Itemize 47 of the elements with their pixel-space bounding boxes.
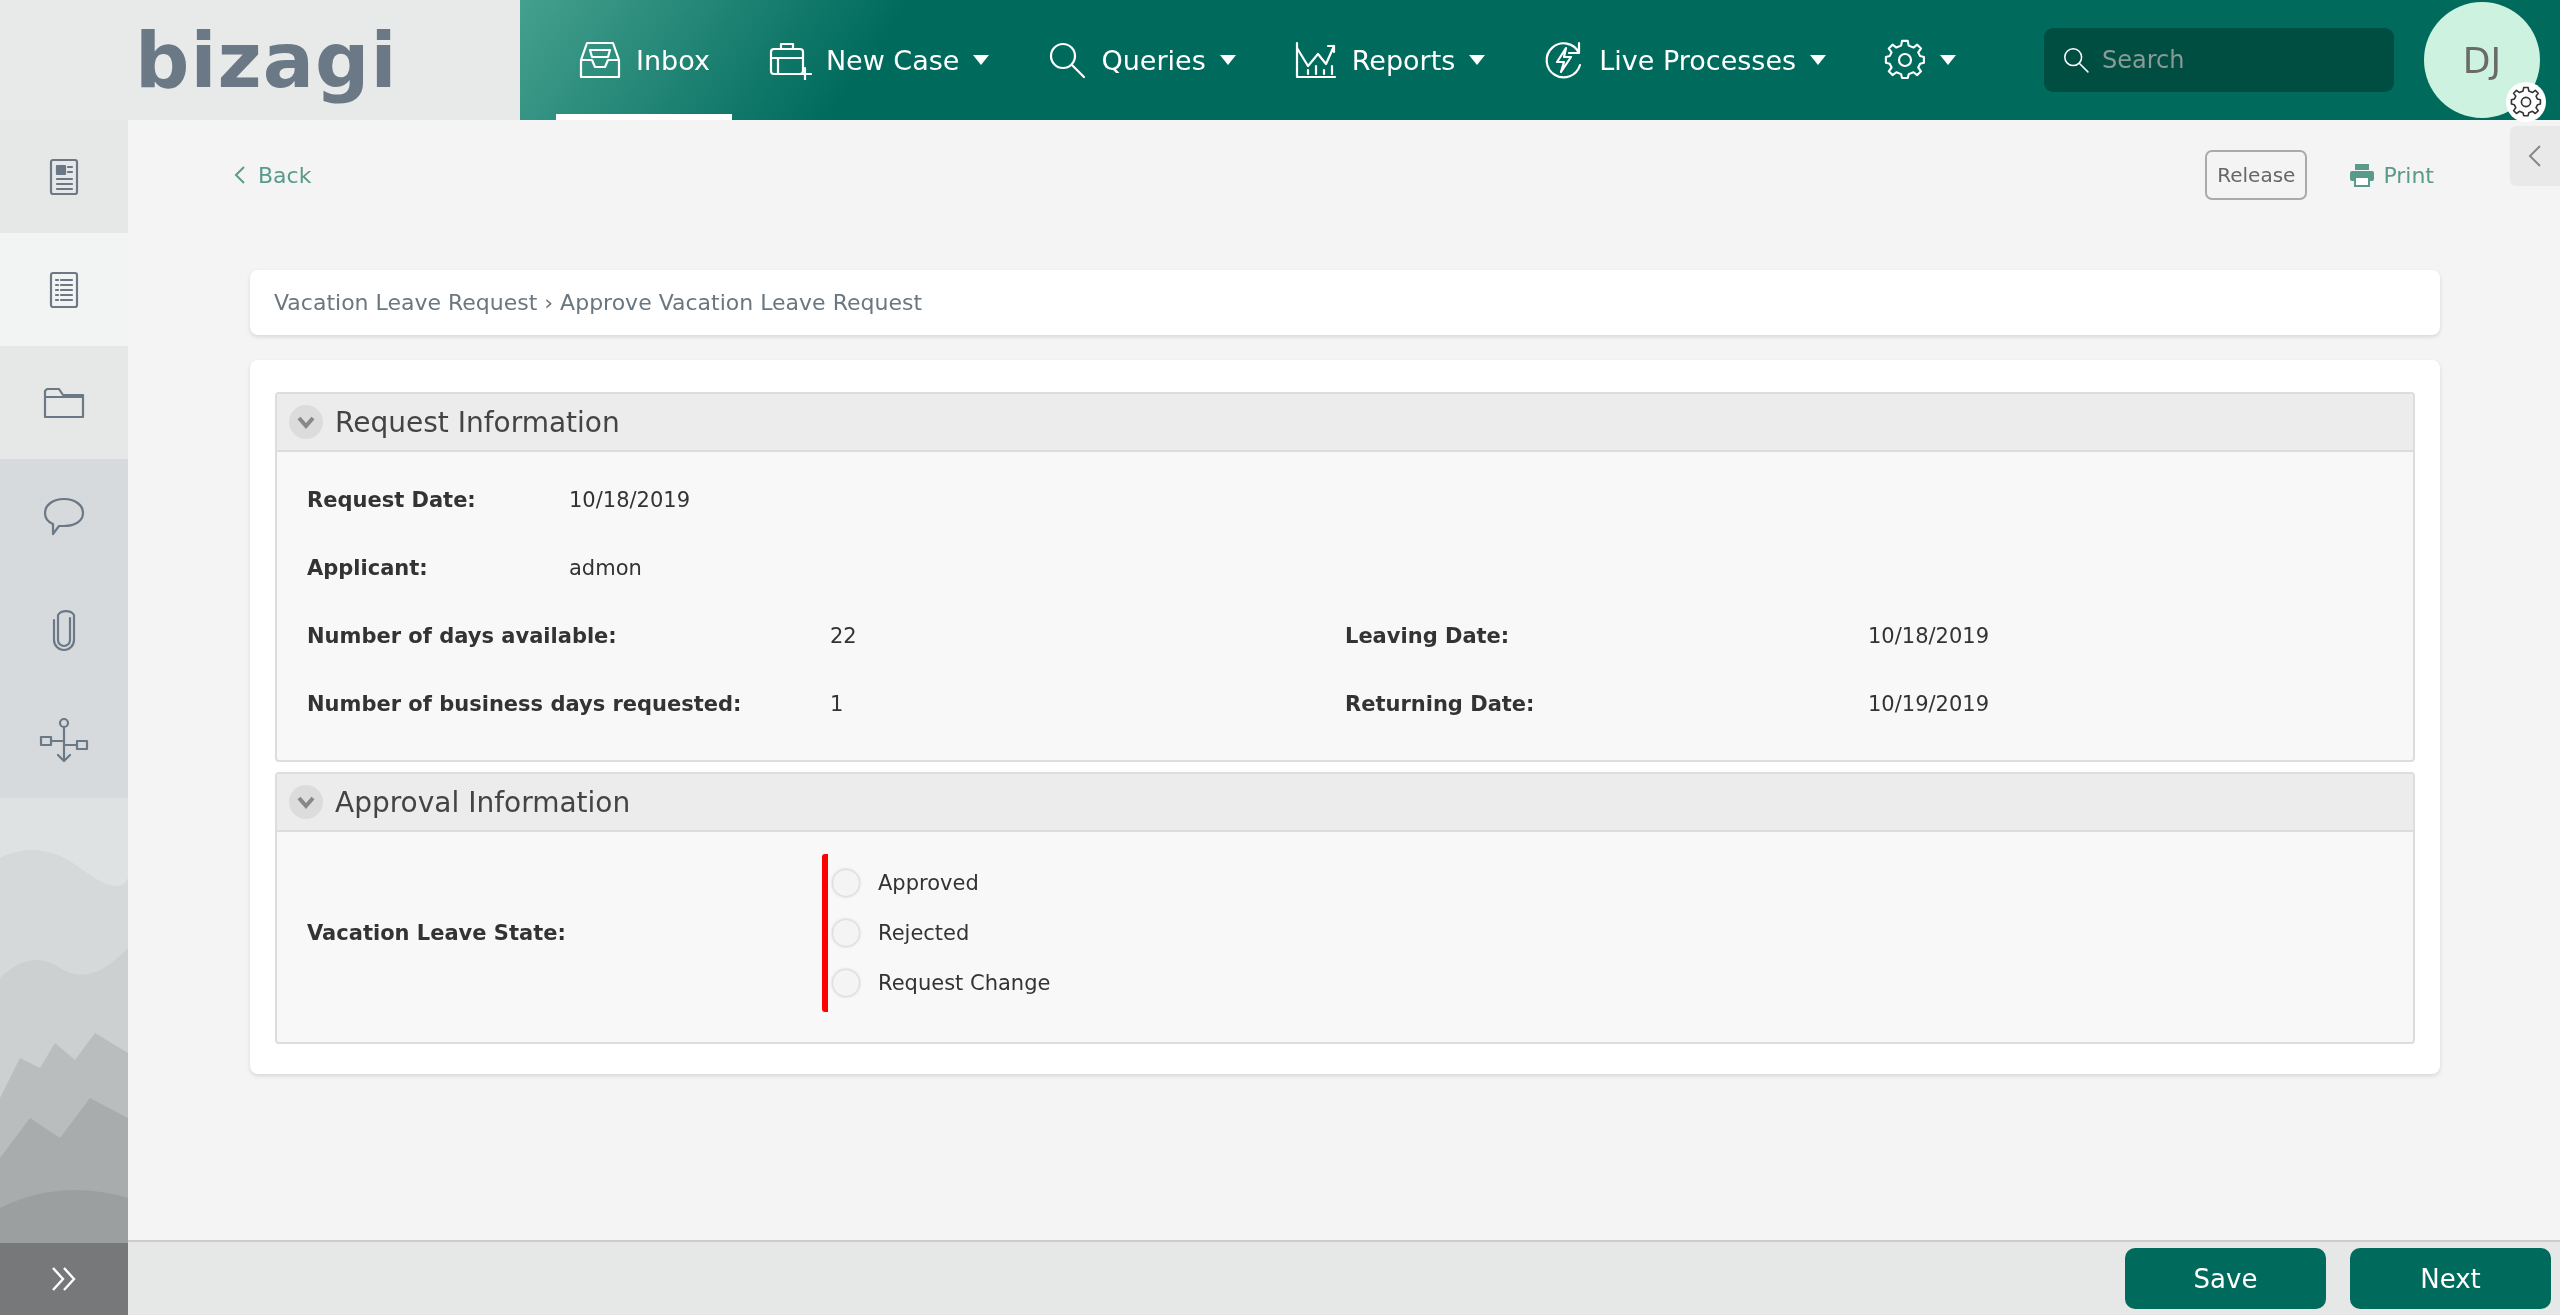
user-avatar[interactable]: DJ <box>2424 2 2540 118</box>
radio-button[interactable] <box>832 869 860 897</box>
document-icon <box>49 157 79 196</box>
list-document-icon <box>49 270 79 309</box>
field-label: Returning Date: <box>1345 692 1536 716</box>
breadcrumb: Vacation Leave Request › Approve Vacation Leave Request <box>274 290 922 315</box>
field-label: Number of business days requested: <box>307 692 743 716</box>
field-value: 10/18/2019 <box>569 488 691 512</box>
field-value: 10/18/2019 <box>1868 624 1990 648</box>
printer-icon <box>2349 163 2376 187</box>
inbox-icon <box>578 40 622 80</box>
release-button[interactable]: Release <box>2205 150 2308 200</box>
nav-tab[interactable]: Reports <box>1271 0 1508 120</box>
radio-option[interactable]: Rejected <box>832 908 1051 958</box>
chart-icon <box>1293 40 1338 80</box>
field-value: admon <box>569 556 642 580</box>
radio-option[interactable]: Approved <box>832 858 1051 908</box>
settings-icon <box>1884 39 1927 81</box>
sidebar-tab[interactable] <box>0 120 128 233</box>
nav-tab[interactable]: Inbox <box>556 0 732 120</box>
footer-button[interactable]: Save <box>2125 1248 2326 1309</box>
section-header[interactable]: Approval Information <box>277 774 2413 832</box>
nav-tab[interactable]: Queries <box>1025 0 1258 120</box>
search-field[interactable]: Search <box>2044 28 2394 92</box>
search-icon <box>1047 40 1088 80</box>
field-value: 1 <box>830 692 844 716</box>
field-label: Applicant: <box>307 556 429 580</box>
radio-option[interactable]: Request Change <box>832 958 1051 1008</box>
sidebar-tab[interactable] <box>0 685 128 798</box>
radio-button[interactable] <box>832 969 860 997</box>
chevron-left-icon <box>234 165 246 185</box>
field-label: Number of days available: <box>307 624 618 648</box>
briefcase-plus-icon <box>767 40 812 80</box>
sidebar-tab[interactable] <box>0 346 128 459</box>
double-chevron-icon <box>50 1266 78 1292</box>
footer-button[interactable]: Next <box>2350 1248 2551 1309</box>
section-header[interactable]: Request Information <box>277 394 2413 452</box>
radio-button[interactable] <box>832 919 860 947</box>
chevron-left-icon <box>2528 144 2542 168</box>
field-label: Request Date: <box>307 488 477 512</box>
nav-tab[interactable]: New Case <box>745 0 1012 120</box>
nav-tab[interactable]: Live Processes <box>1521 0 1849 120</box>
field-label: Vacation Leave State: <box>307 921 567 945</box>
field-value: 22 <box>830 624 857 648</box>
field-value: 10/19/2019 <box>1868 692 1990 716</box>
settings-icon[interactable] <box>2506 82 2546 122</box>
field-label: Leaving Date: <box>1345 624 1511 648</box>
